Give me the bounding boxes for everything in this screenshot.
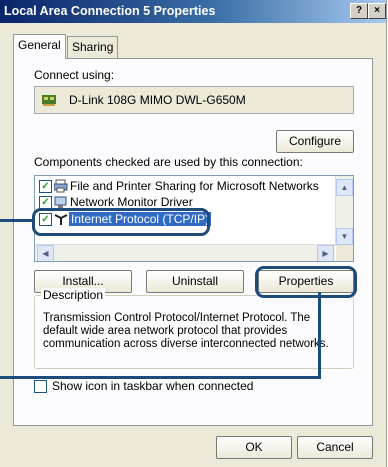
list-item[interactable]: ✓ File and Printer Sharing for Microsoft… (37, 178, 332, 195)
title-bar[interactable]: Local Area Connection 5 Properties ? × (0, 0, 386, 23)
close-button[interactable]: × (368, 3, 386, 19)
list-item-label: File and Printer Sharing for Microsoft N… (70, 179, 319, 193)
description-legend: Description (41, 288, 106, 302)
scroll-left-icon[interactable]: ◀ (37, 245, 54, 261)
cancel-button[interactable]: Cancel (297, 436, 373, 459)
scroll-right-icon[interactable]: ▶ (317, 245, 334, 261)
window-title: Local Area Connection 5 Properties (4, 4, 216, 18)
configure-button[interactable]: Configure (276, 130, 354, 153)
description-group: Description Transmission Control Protoco… (34, 288, 354, 369)
printer-share-icon (54, 179, 68, 193)
network-adapter-icon (42, 95, 56, 106)
show-icon-label: Show icon in taskbar when connected (52, 379, 254, 393)
adapter-box: D-Link 108G MIMO DWL-G650M (34, 86, 354, 114)
tab-general[interactable]: General (13, 34, 66, 59)
checkbox[interactable]: ✓ (39, 180, 52, 193)
uninstall-button[interactable]: Uninstall (146, 270, 244, 293)
properties-callout-line-horizontal (0, 376, 321, 379)
description-text: Transmission Control Protocol/Internet P… (43, 312, 329, 350)
scrollbar-corner (336, 245, 353, 261)
scroll-up-icon[interactable]: ▲ (336, 179, 353, 196)
connect-using-label: Connect using: (34, 68, 115, 82)
vertical-scrollbar[interactable]: ▲ ▼ (335, 176, 353, 246)
horizontal-scrollbar[interactable]: ◀ ▶ (35, 244, 335, 261)
help-button[interactable]: ? (350, 3, 368, 19)
ok-button[interactable]: OK (216, 436, 292, 459)
tcpip-highlight-callout (32, 208, 210, 236)
list-item-label: Network Monitor Driver (70, 195, 193, 209)
properties-callout-line-vertical (318, 292, 321, 378)
show-icon-checkbox[interactable] (34, 380, 47, 393)
tab-sharing[interactable]: Sharing (67, 36, 119, 58)
scroll-down-icon[interactable]: ▼ (336, 228, 353, 245)
tcpip-callout-line (0, 219, 32, 222)
components-label: Components checked are used by this conn… (34, 155, 303, 169)
adapter-name: D-Link 108G MIMO DWL-G650M (69, 93, 246, 107)
network-monitor-icon (54, 196, 67, 208)
properties-highlight-callout (255, 266, 357, 298)
